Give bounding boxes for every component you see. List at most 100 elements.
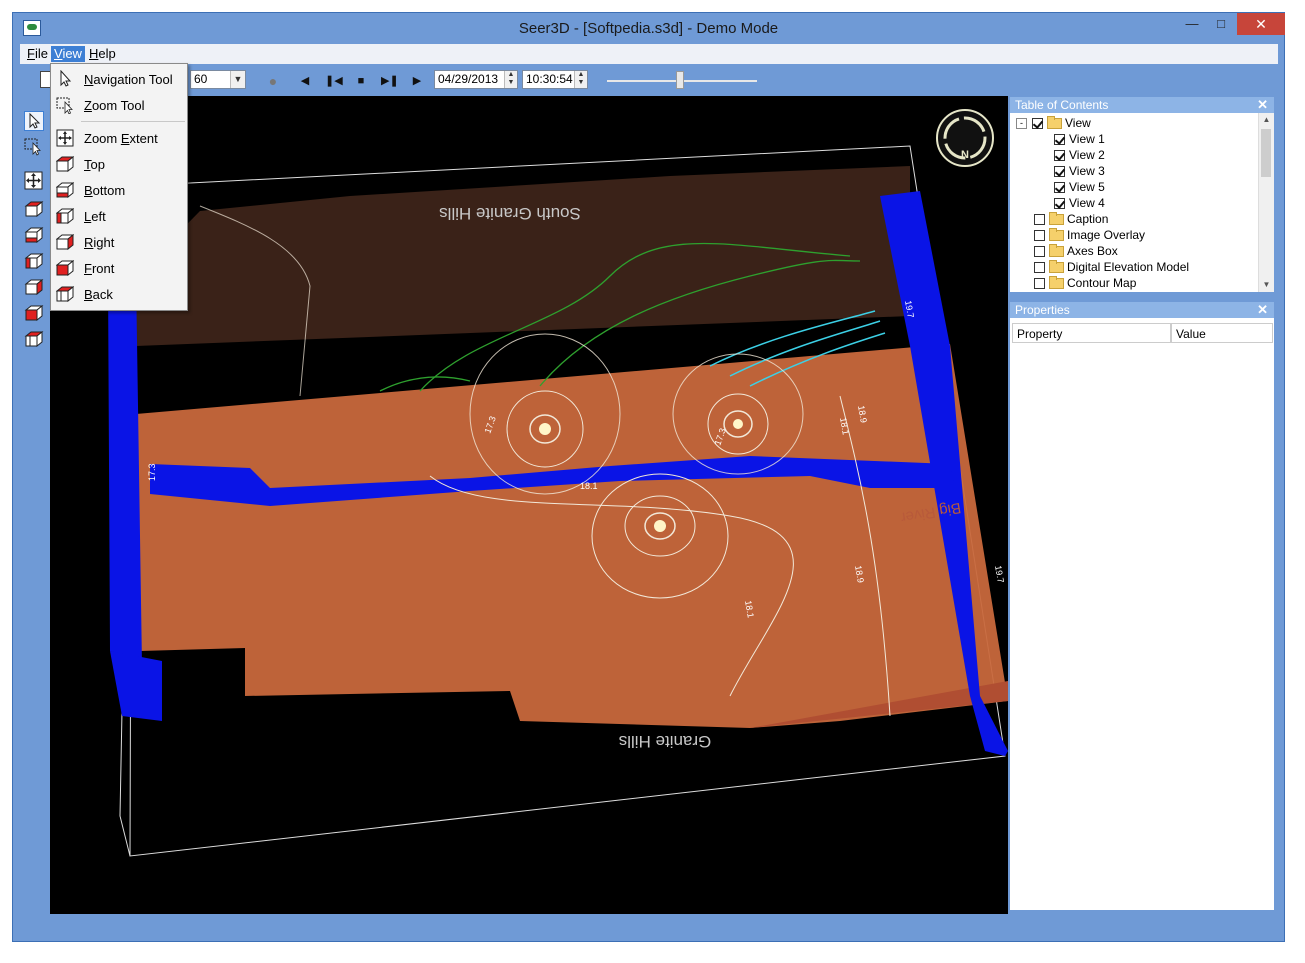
properties-title-bar: Properties ✕ <box>1010 302 1274 318</box>
view-right-icon <box>24 278 44 296</box>
menu-item-back[interactable]: Back <box>51 282 185 306</box>
toc-scrollbar[interactable]: ▲ ▼ <box>1258 113 1274 292</box>
view-top-button[interactable] <box>24 199 44 219</box>
toc-item-label: Caption <box>1067 212 1109 226</box>
chevron-down-icon[interactable]: ▼ <box>230 71 245 88</box>
close-icon[interactable]: ✕ <box>1257 97 1268 113</box>
play-icon[interactable]: ▶ <box>409 73 425 89</box>
menu-item-zoom-tool[interactable]: Zoom Tool <box>51 93 185 117</box>
arrow-cursor-icon <box>29 112 41 129</box>
menu-view-label: iew <box>62 46 82 61</box>
toc-item-view-1[interactable]: View 1 <box>1054 131 1105 147</box>
zoom-tool-button[interactable] <box>24 136 44 156</box>
scroll-down-icon[interactable]: ▼ <box>1259 278 1274 292</box>
menu-item-navigation-tool[interactable]: Navigation Tool <box>51 67 185 91</box>
toc-item-caption[interactable]: Caption <box>1034 211 1108 227</box>
left-river-channel <box>108 276 142 666</box>
toc-item-view[interactable]: - View <box>1016 115 1091 131</box>
toc-item-contour-map[interactable]: Contour Map <box>1034 275 1136 291</box>
toc-checkbox[interactable] <box>1034 246 1045 258</box>
date-field[interactable]: 04/29/2013 ▲ ▼ <box>434 70 518 89</box>
record-icon[interactable]: ● <box>265 73 281 89</box>
first-frame-icon[interactable]: ◀ <box>297 73 313 89</box>
menu-item-access-key: B <box>84 287 93 302</box>
minimize-icon[interactable]: — <box>1178 13 1206 35</box>
toc-item-axes-box[interactable]: Axes Box <box>1034 243 1118 259</box>
scroll-thumb[interactable] <box>1261 129 1271 177</box>
step-forward-icon[interactable]: ▶❚ <box>381 73 399 89</box>
toc-item-label: Axes Box <box>1067 244 1118 258</box>
zoom-extent-icon <box>56 129 74 147</box>
menu-item-label-rest: oom Tool <box>91 98 145 113</box>
toc-checkbox[interactable] <box>1054 182 1065 194</box>
toc-checkbox[interactable] <box>1054 150 1065 162</box>
view-back-button[interactable] <box>24 329 44 349</box>
view-bottom-button[interactable] <box>24 225 44 245</box>
menu-item-label: Back <box>84 287 113 302</box>
toc-checkbox[interactable] <box>1034 262 1045 274</box>
menu-help[interactable]: Help <box>86 46 119 62</box>
folder-icon <box>1047 116 1062 130</box>
toc-item-label: Digital Elevation Model <box>1067 260 1190 274</box>
toc-checkbox[interactable] <box>1034 278 1045 290</box>
scroll-up-icon[interactable]: ▲ <box>1259 113 1274 127</box>
toc-item-label: Contour Map <box>1067 276 1137 290</box>
window-title: Seer3D - [Softpedia.s3d] - Demo Mode <box>518 20 779 37</box>
menu-item-bottom[interactable]: Bottom <box>51 178 185 202</box>
toc-checkbox[interactable] <box>1032 118 1043 130</box>
3d-viewport[interactable]: 18.1 18.9 19.7 17.3 18.1 18.9 17.3 19.7 … <box>50 96 1008 914</box>
toc-item-view-2[interactable]: View 2 <box>1054 147 1105 163</box>
properties-panel: Properties ✕ Property Value <box>1010 302 1274 910</box>
close-icon[interactable]: ✕ <box>1237 13 1285 35</box>
toc-checkbox[interactable] <box>1054 198 1065 210</box>
toc-item-view-4[interactable]: View 4 <box>1054 195 1105 211</box>
toc-checkbox[interactable] <box>1054 166 1065 178</box>
toc-tree: - View View 1 View 2 View 3 View 5 View 4… <box>1010 113 1274 292</box>
toc-item-label: View 2 <box>1069 148 1105 162</box>
menu-item-zoom-extent[interactable]: Zoom Extent <box>51 126 185 150</box>
navigation-tool-button[interactable] <box>24 111 44 131</box>
zoom-extent-button[interactable] <box>24 171 44 191</box>
menu-item-right[interactable]: Right <box>51 230 185 254</box>
menu-item-label-pre: Zoom <box>84 131 121 146</box>
zoom-extent-icon <box>24 171 43 190</box>
toc-checkbox[interactable] <box>1054 134 1065 146</box>
time-spinner-icon[interactable]: ▲ ▼ <box>574 71 587 88</box>
3d-scene[interactable]: 18.1 18.9 19.7 17.3 18.1 18.9 17.3 19.7 … <box>50 96 1008 914</box>
compass-icon[interactable]: N <box>936 109 994 167</box>
time-field[interactable]: 10:30:54 ▲ ▼ <box>522 70 588 89</box>
toc-item-label: Image Overlay <box>1067 228 1146 242</box>
toc-item-image-overlay[interactable]: Image Overlay <box>1034 227 1145 243</box>
value-column-header[interactable]: Value <box>1171 323 1273 343</box>
menu-file[interactable]: File <box>24 46 51 62</box>
toc-item-view-3[interactable]: View 3 <box>1054 163 1105 179</box>
close-icon[interactable]: ✕ <box>1257 302 1268 318</box>
contour-label-7: 17.3 <box>147 463 157 481</box>
property-column-header[interactable]: Property <box>1012 323 1171 343</box>
view-right-button[interactable] <box>24 277 44 297</box>
menu-item-left[interactable]: Left <box>51 204 185 228</box>
collapse-icon[interactable]: - <box>1016 118 1027 130</box>
menu-item-label: Left <box>84 209 106 224</box>
menu-item-top[interactable]: Top <box>51 152 185 176</box>
stop-icon[interactable]: ■ <box>353 73 369 89</box>
menu-item-access-key: B <box>84 183 93 198</box>
folder-icon <box>1049 228 1064 242</box>
speed-select[interactable]: 60 ▼ <box>190 70 246 89</box>
toc-item-dem[interactable]: Digital Elevation Model <box>1034 259 1189 275</box>
toc-item-view-5[interactable]: View 5 <box>1054 179 1105 195</box>
step-back-icon[interactable]: ❚◀ <box>325 73 343 89</box>
menu-view[interactable]: View <box>51 46 85 62</box>
time-slider-thumb[interactable] <box>676 71 684 89</box>
menu-bar: File View Help <box>20 44 1278 64</box>
view-front-icon <box>56 259 74 277</box>
menu-item-front[interactable]: Front <box>51 256 185 280</box>
compass-north-label: N <box>961 149 969 161</box>
toc-checkbox[interactable] <box>1034 214 1045 226</box>
view-front-button[interactable] <box>24 303 44 323</box>
view-left-button[interactable] <box>24 251 44 271</box>
maximize-icon[interactable]: □ <box>1207 13 1235 35</box>
toc-checkbox[interactable] <box>1034 230 1045 242</box>
view-top-icon <box>24 200 44 218</box>
date-spinner-icon[interactable]: ▲ ▼ <box>504 71 517 88</box>
